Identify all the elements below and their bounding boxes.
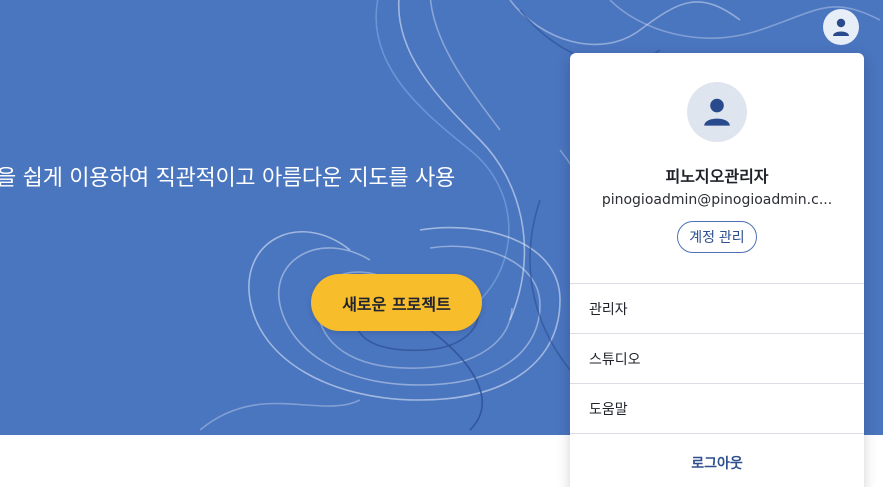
manage-account-button[interactable]: 계정 관리 <box>677 221 757 253</box>
avatar <box>687 82 747 142</box>
menu-item-studio[interactable]: 스튜디오 <box>570 334 864 384</box>
new-project-button[interactable]: 새로운 프로젝트 <box>311 274 482 331</box>
account-menu-header: 피노지오관리자 pinogioadmin@pinogioadmin.c... 계… <box>570 53 864 284</box>
hero-tagline: 을 쉽게 이용하여 직관적이고 아름다운 지도를 사용 <box>0 166 455 191</box>
account-menu: 피노지오관리자 pinogioadmin@pinogioadmin.c... 계… <box>570 53 864 487</box>
user-icon <box>704 98 730 126</box>
user-avatar-icon <box>833 18 849 36</box>
user-name: 피노지오관리자 <box>665 167 769 186</box>
account-avatar-button[interactable] <box>823 9 859 45</box>
user-email: pinogioadmin@pinogioadmin.c... <box>601 192 833 208</box>
menu-item-admin[interactable]: 관리자 <box>570 284 864 334</box>
menu-item-help[interactable]: 도움말 <box>570 384 864 434</box>
logout-button[interactable]: 로그아웃 <box>570 434 864 487</box>
